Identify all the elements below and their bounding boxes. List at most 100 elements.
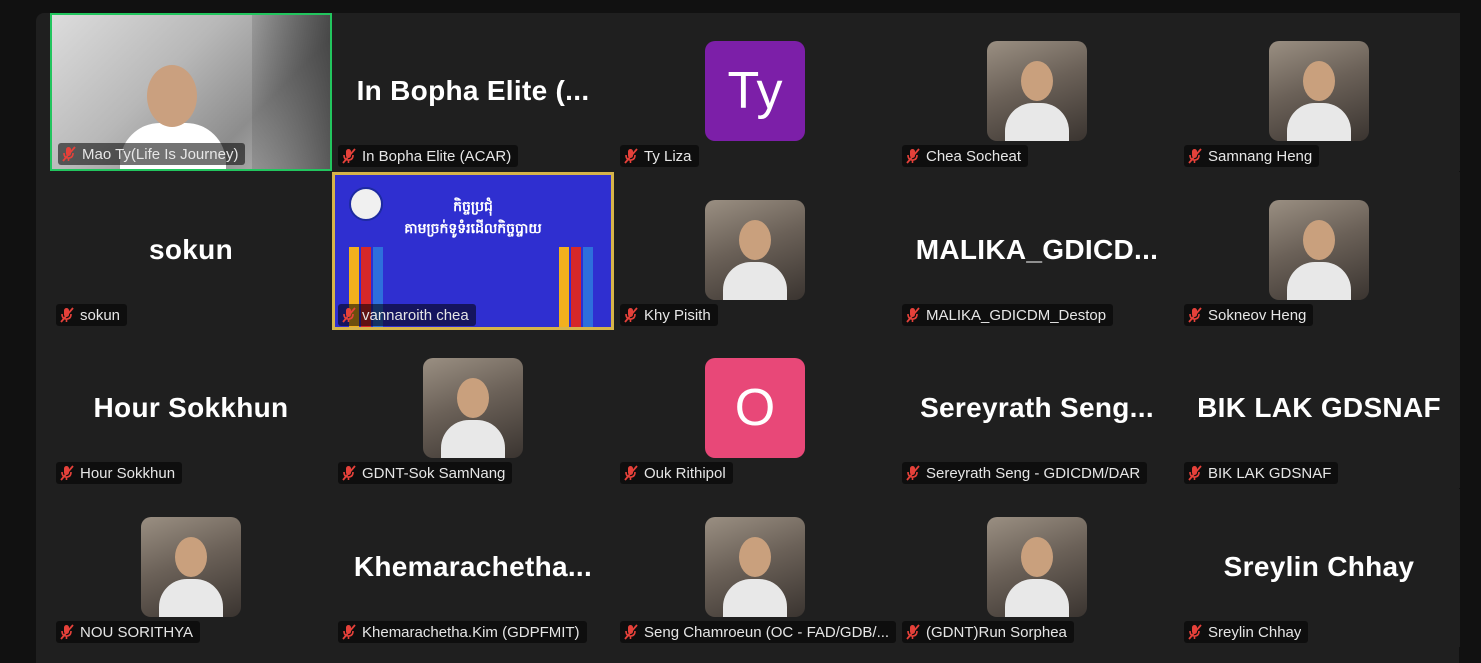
participant-name-tag: Ty Liza xyxy=(620,145,699,167)
participant-display-name: MALIKA_GDICD... xyxy=(915,234,1159,265)
profile-photo xyxy=(1269,200,1369,300)
mic-muted-icon xyxy=(342,624,356,640)
flag-icon xyxy=(583,247,593,327)
mic-muted-icon xyxy=(624,624,638,640)
mic-muted-icon xyxy=(1188,465,1202,481)
participant-name-label: vannaroith chea xyxy=(362,306,469,324)
participant-name-label: BIK LAK GDSNAF xyxy=(1208,464,1332,482)
participant-tile-p2[interactable]: In Bopha Elite (... In Bopha Elite (ACAR) xyxy=(332,13,614,171)
participant-name-tag: Ouk Rithipol xyxy=(620,462,733,484)
mic-muted-icon xyxy=(906,624,920,640)
profile-photo xyxy=(987,41,1087,141)
participant-name-tag: Khy Pisith xyxy=(620,304,718,326)
meeting-window: Mao Ty(Life Is Journey) In Bopha Elite (.… xyxy=(0,0,1481,663)
participant-tile-p19[interactable]: (GDNT)Run Sorphea xyxy=(896,489,1178,647)
participant-name-tag: vannaroith chea xyxy=(338,304,476,326)
participant-tile-p12[interactable]: GDNT-Sok SamNang xyxy=(332,330,614,488)
participant-name-label: (GDNT)Run Sorphea xyxy=(926,623,1067,641)
participant-tile-p5[interactable]: Samnang Heng xyxy=(1178,13,1460,171)
mic-muted-icon xyxy=(624,307,638,323)
profile-photo xyxy=(141,517,241,617)
mic-muted-icon xyxy=(62,146,76,162)
participant-name-tag: Sokneov Heng xyxy=(1184,304,1314,326)
participant-tile-p10[interactable]: Sokneov Heng xyxy=(1178,172,1460,330)
participant-name-tag: MALIKA_GDICDM_Destop xyxy=(902,304,1114,326)
participant-name-tag: NOU SORITHYA xyxy=(56,621,201,643)
participant-tile-p16[interactable]: NOU SORITHYA xyxy=(50,489,332,647)
mic-muted-icon xyxy=(906,148,920,164)
participant-name-label: Khemarachetha.Kim (GDPFMIT) xyxy=(362,623,580,641)
participant-display-name: Hour Sokkhun xyxy=(93,392,289,423)
participant-name-tag: In Bopha Elite (ACAR) xyxy=(338,145,519,167)
participant-name-label: Samnang Heng xyxy=(1208,147,1313,165)
participant-name-label: Seng Chamroeun (OC - FAD/GDB/... xyxy=(644,623,890,641)
participant-tile-p1[interactable]: Mao Ty(Life Is Journey) xyxy=(50,13,332,171)
participant-name-tag: BIK LAK GDSNAF xyxy=(1184,462,1339,484)
emblem-icon xyxy=(349,187,383,221)
participant-tile-p4[interactable]: Chea Socheat xyxy=(896,13,1178,171)
participant-tile-p17[interactable]: Khemarachetha... Khemarachetha.Kim (GDPFM… xyxy=(332,489,614,647)
participant-name-tag: Khemarachetha.Kim (GDPFMIT) xyxy=(338,621,587,643)
participant-name-tag: Mao Ty(Life Is Journey) xyxy=(58,143,246,165)
participant-name-tag: Hour Sokkhun xyxy=(56,462,183,484)
gallery-view: Mao Ty(Life Is Journey) In Bopha Elite (.… xyxy=(36,13,1460,663)
mic-muted-icon xyxy=(906,465,920,481)
banner-text: កិច្ចប្រជុំ គាមច្រក់ទូទំរដើលកិច្ចប្ចាយ xyxy=(404,198,542,236)
mic-muted-icon xyxy=(1188,624,1202,640)
participant-name-tag: Sreylin Chhay xyxy=(1184,621,1309,643)
participant-name-tag: GDNT-Sok SamNang xyxy=(338,462,513,484)
mic-muted-icon xyxy=(60,624,74,640)
mic-muted-icon xyxy=(60,307,74,323)
mic-muted-icon xyxy=(1188,148,1202,164)
mic-muted-icon xyxy=(624,148,638,164)
participant-name-label: Sokneov Heng xyxy=(1208,306,1307,324)
mic-muted-icon xyxy=(342,465,356,481)
mic-muted-icon xyxy=(60,465,74,481)
participant-name-label: In Bopha Elite (ACAR) xyxy=(362,147,512,165)
participant-name-tag: Chea Socheat xyxy=(902,145,1029,167)
participant-tile-p18[interactable]: Seng Chamroeun (OC - FAD/GDB/... xyxy=(614,489,896,647)
mic-muted-icon xyxy=(342,307,356,323)
flag-icon xyxy=(559,247,569,327)
participant-tile-p15[interactable]: BIK LAK GDSNAF BIK LAK GDSNAF xyxy=(1178,330,1460,488)
participant-name-label: Sreylin Chhay xyxy=(1208,623,1302,641)
participant-name-label: Hour Sokkhun xyxy=(80,464,176,482)
initials-avatar: Ty xyxy=(705,41,805,141)
participant-name-tag: (GDNT)Run Sorphea xyxy=(902,621,1074,643)
participant-name-label: Ouk Rithipol xyxy=(644,464,726,482)
participant-display-name: sokun xyxy=(149,234,233,265)
participant-name-tag: sokun xyxy=(56,304,128,326)
participant-name-label: Chea Socheat xyxy=(926,147,1022,165)
participant-tile-p11[interactable]: Hour Sokkhun Hour Sokkhun xyxy=(50,330,332,488)
participant-tile-p13[interactable]: O Ouk Rithipol xyxy=(614,330,896,488)
profile-photo xyxy=(423,358,523,458)
participant-name-label: Sereyrath Seng - GDICDM/DAR xyxy=(926,464,1141,482)
participant-name-label: GDNT-Sok SamNang xyxy=(362,464,506,482)
participant-name-tag: Seng Chamroeun (OC - FAD/GDB/... xyxy=(620,621,896,643)
mic-muted-icon xyxy=(624,465,638,481)
profile-photo xyxy=(705,517,805,617)
participant-tile-p20[interactable]: Sreylin Chhay Sreylin Chhay xyxy=(1178,489,1460,647)
participant-tile-p14[interactable]: Sereyrath Seng... Sereyrath Seng - GDICDM… xyxy=(896,330,1178,488)
participant-name-label: Mao Ty(Life Is Journey) xyxy=(82,145,239,163)
participant-display-name: BIK LAK GDSNAF xyxy=(1197,392,1441,423)
participant-name-label: NOU SORITHYA xyxy=(80,623,194,641)
mic-muted-icon xyxy=(906,307,920,323)
participant-display-name: Sreylin Chhay xyxy=(1223,551,1415,582)
participant-tile-p3[interactable]: Ty Ty Liza xyxy=(614,13,896,171)
profile-photo xyxy=(987,517,1087,617)
flag-icon xyxy=(571,247,581,327)
participant-name-label: MALIKA_GDICDM_Destop xyxy=(926,306,1107,324)
participant-tile-p8[interactable]: Khy Pisith xyxy=(614,172,896,330)
mic-muted-icon xyxy=(1188,307,1202,323)
profile-photo xyxy=(705,200,805,300)
participant-name-tag: Samnang Heng xyxy=(1184,145,1320,167)
participant-display-name: Khemarachetha... xyxy=(353,551,593,582)
participant-display-name: In Bopha Elite (... xyxy=(356,75,590,106)
mic-muted-icon xyxy=(342,148,356,164)
profile-photo xyxy=(1269,41,1369,141)
participant-tile-p7[interactable]: កិច្ចប្រជុំ គាមច្រក់ទូទំរដើលកិច្ចប្ចាយ va… xyxy=(332,172,614,330)
participant-tile-p9[interactable]: MALIKA_GDICD... MALIKA_GDICDM_Destop xyxy=(896,172,1178,330)
participant-name-label: sokun xyxy=(80,306,121,324)
participant-tile-p6[interactable]: sokun sokun xyxy=(50,172,332,330)
